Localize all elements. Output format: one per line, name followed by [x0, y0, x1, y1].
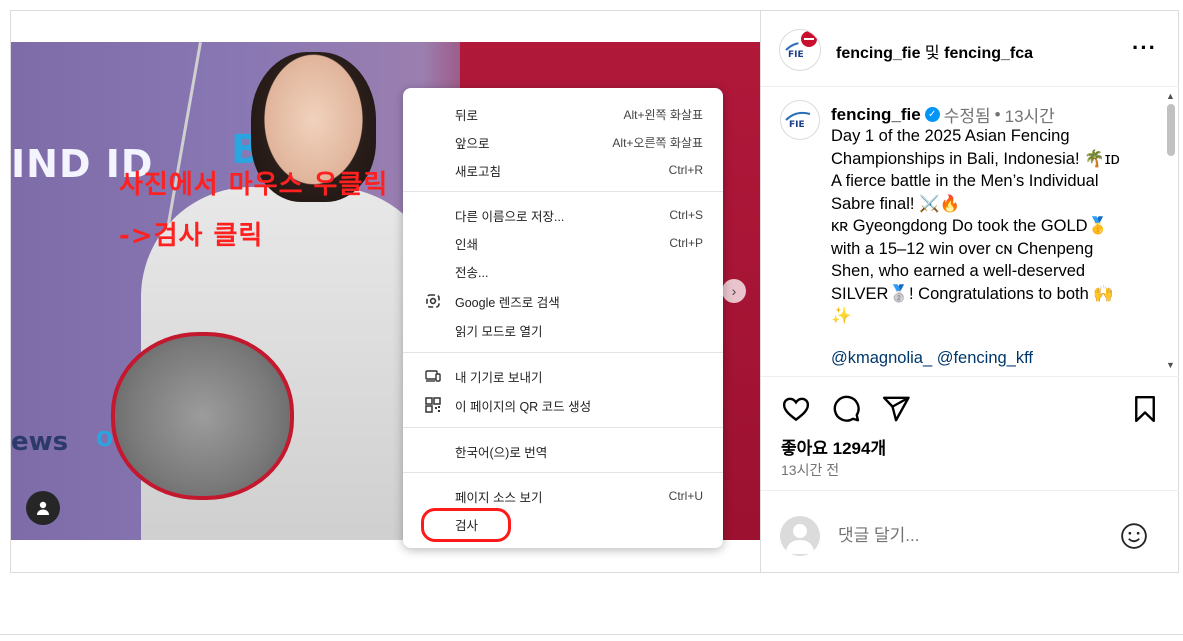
menu-item-print[interactable]: 인쇄 Ctrl+P — [403, 230, 723, 256]
post-timestamp: 13시간 전 — [781, 462, 840, 478]
caption-mentions[interactable]: @kmagnolia_ @fencing_kff — [831, 349, 1033, 368]
page-divider — [0, 634, 1183, 635]
header-separator — [761, 86, 1179, 87]
comment-separator — [761, 490, 1179, 491]
edited-label: 수정됨 — [943, 107, 991, 126]
svg-text:FIE: FIE — [788, 50, 804, 60]
more-icon[interactable]: ··· — [1132, 35, 1157, 61]
menu-item-save-as[interactable]: 다른 이름으로 저장... Ctrl+S — [403, 202, 723, 228]
caption-author-avatar[interactable]: FIE — [780, 100, 820, 140]
menu-item-reload[interactable]: 새로고침 Ctrl+R — [403, 157, 723, 183]
svg-text:FIE: FIE — [789, 120, 805, 130]
author-username[interactable]: fencing_fie — [836, 45, 920, 62]
menu-item-qr-code[interactable]: 이 페이지의 QR 코드 생성 — [403, 392, 723, 418]
qr-code-icon — [425, 397, 441, 413]
caption-text: Day 1 of the 2025 Asian Fencing Champion… — [831, 127, 1120, 325]
menu-item-cast[interactable]: 전송... — [403, 258, 723, 284]
emoji-icon[interactable] — [1119, 521, 1149, 551]
menu-item-reading-mode[interactable]: 읽기 모드로 열기 — [403, 317, 723, 343]
menu-separator — [403, 352, 723, 353]
context-menu: 뒤로 Alt+왼쪽 화살표 앞으로 Alt+오른쪽 화살표 새로고침 Ctrl+R 다… — [403, 88, 723, 548]
menu-item-forward[interactable]: 앞으로 Alt+오른쪽 화살표 — [403, 129, 723, 155]
post-authors: fencing_fie 및 fencing_fca — [836, 39, 1033, 63]
author-conjunction: 및 — [924, 45, 940, 62]
menu-item-translate[interactable]: 한국어(으)로 번역 — [403, 438, 723, 464]
likes-count[interactable]: 좋아요 1294개 — [781, 434, 886, 459]
menu-item-google-lens[interactable]: Google 렌즈로 검색 — [403, 288, 723, 314]
caption-header: fencing_fie ✓ 수정됨 • 13시간 — [831, 102, 1055, 127]
instruction-annotation: ->검사 클릭 — [119, 221, 264, 251]
scroll-down-arrow-icon[interactable]: ▼ — [1166, 360, 1175, 370]
comment-input[interactable] — [838, 523, 1098, 549]
fencing-mask — [111, 332, 294, 500]
menu-item-back[interactable]: 뒤로 Alt+왼쪽 화살표 — [403, 101, 723, 127]
inspect-highlight-annotation — [421, 508, 511, 542]
panel-divider — [760, 11, 761, 573]
share-icon[interactable] — [881, 394, 911, 424]
caption-time: 13시간 — [1004, 107, 1055, 126]
menu-item-send-to-device[interactable]: 내 기기로 보내기 — [403, 363, 723, 389]
menu-separator — [403, 427, 723, 428]
current-user-avatar — [780, 516, 820, 556]
bookmark-icon[interactable] — [1130, 394, 1160, 424]
tagged-user-icon[interactable] — [26, 491, 60, 525]
menu-separator — [403, 191, 723, 192]
author-avatar[interactable]: FIE — [779, 29, 821, 71]
instruction-annotation: 사진에서 마우스 우클릭 — [119, 170, 389, 200]
comment-icon[interactable] — [831, 394, 861, 424]
separator-dot: • — [994, 104, 1001, 124]
caption-separator — [761, 376, 1179, 377]
scroll-up-arrow-icon[interactable]: ▲ — [1166, 91, 1175, 101]
coauthor-username[interactable]: fencing_fca — [944, 45, 1033, 62]
coauthor-avatar — [798, 30, 820, 52]
scrollbar-thumb[interactable] — [1167, 104, 1175, 156]
device-icon — [425, 368, 441, 384]
photo-sponsor-text: ews — [11, 427, 69, 457]
lens-icon — [425, 293, 441, 309]
menu-separator — [403, 472, 723, 473]
verified-badge-icon: ✓ — [924, 107, 940, 122]
next-photo-button[interactable]: › — [722, 279, 746, 303]
heart-icon[interactable] — [781, 394, 811, 424]
menu-item-view-source[interactable]: 페이지 소스 보기 Ctrl+U — [403, 483, 723, 509]
caption-username[interactable]: fencing_fie — [831, 105, 921, 125]
